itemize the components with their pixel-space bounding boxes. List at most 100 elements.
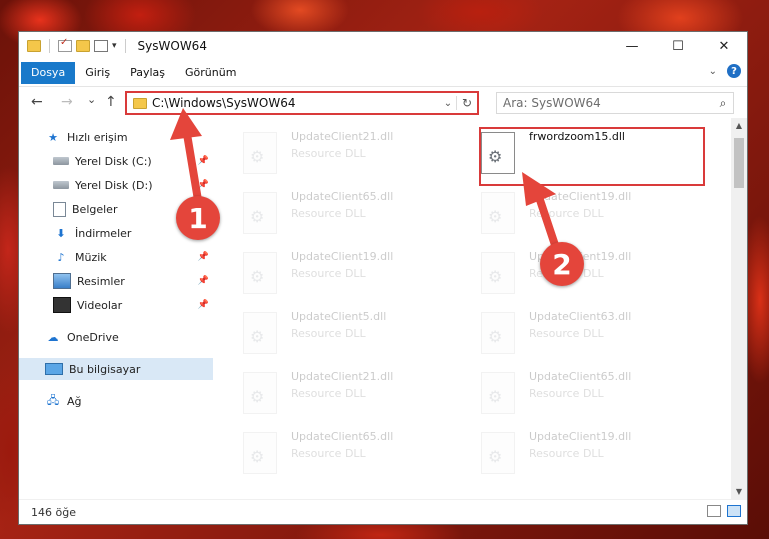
list-item[interactable]: UpdateClient19.dll Resource DLL <box>481 428 701 480</box>
scroll-up-icon[interactable]: ▲ <box>731 118 747 134</box>
sidebar-item-pictures[interactable]: Resimler 📌 <box>19 270 213 292</box>
status-bar: 146 öğe <box>19 499 747 524</box>
help-icon[interactable]: ? <box>727 64 741 78</box>
back-button[interactable]: ← <box>31 94 43 110</box>
network-icon: 🖧 <box>46 393 60 407</box>
dll-file-icon <box>243 432 277 474</box>
tab-file[interactable]: Dosya <box>21 62 76 84</box>
sidebar-item-local-disk-c[interactable]: Yerel Disk (C:) 📌 <box>19 150 213 172</box>
list-item[interactable]: UpdateClient63.dll Resource DLL <box>481 308 701 360</box>
file-name: UpdateClient21.dll <box>291 370 394 383</box>
target-file-highlight <box>479 127 705 186</box>
pin-icon: 📌 <box>197 252 209 262</box>
refresh-icon[interactable]: ↻ <box>456 96 477 110</box>
address-path[interactable]: C:\Windows\SysWOW64 <box>152 96 440 110</box>
recent-locations-button[interactable]: ⌄ <box>87 93 96 106</box>
list-item[interactable]: UpdateClient65.dll Resource DLL <box>243 188 463 240</box>
dll-file-icon <box>243 252 277 294</box>
list-item[interactable]: UpdateClient5.dll Resource DLL <box>243 308 463 360</box>
customize-view-icon[interactable] <box>94 40 108 52</box>
sidebar-item-label: Müzik <box>75 250 107 264</box>
sidebar-item-local-disk-d[interactable]: Yerel Disk (D:) 📌 <box>19 174 213 196</box>
sidebar-item-videos[interactable]: Videolar 📌 <box>19 294 213 316</box>
sidebar-item-music[interactable]: ♪ Müzik 📌 <box>19 246 213 268</box>
search-input[interactable]: Ara: SysWOW64 <box>497 96 713 110</box>
address-bar[interactable]: C:\Windows\SysWOW64 ⌄ ↻ <box>125 91 479 115</box>
file-type: Resource DLL <box>529 327 604 340</box>
file-name: UpdateClient19.dll <box>529 430 632 443</box>
documents-icon <box>53 201 66 217</box>
file-type: Resource DLL <box>291 387 366 400</box>
sidebar-item-network[interactable]: 🖧 Ağ <box>19 390 213 412</box>
videos-icon <box>53 297 71 313</box>
file-type: Resource DLL <box>529 447 604 460</box>
file-name: UpdateClient19.dll <box>529 190 632 203</box>
title-bar: ▾ SysWOW64 — ☐ ✕ <box>19 32 747 60</box>
quick-access-toolbar: ▾ <box>19 37 130 53</box>
file-name: UpdateClient65.dll <box>291 430 394 443</box>
scroll-thumb[interactable] <box>734 138 744 188</box>
navigation-pane: ★ Hızlı erişim Yerel Disk (C:) 📌 Yerel D… <box>19 126 213 496</box>
item-count: 146 öğe <box>31 505 76 519</box>
tab-share[interactable]: Paylaş <box>120 62 175 84</box>
file-type: Resource DLL <box>529 387 604 400</box>
list-item[interactable]: UpdateClient21.dll Resource DLL <box>243 368 463 420</box>
file-name: UpdateClient63.dll <box>529 310 632 323</box>
vertical-scrollbar[interactable]: ▲ ▼ <box>731 118 747 500</box>
pictures-icon <box>53 273 71 289</box>
downloads-icon: ⬇ <box>56 226 66 240</box>
list-item[interactable]: UpdateClient65.dll Resource DLL <box>243 428 463 480</box>
maximize-button[interactable]: ☐ <box>655 32 701 60</box>
dll-file-icon <box>243 192 277 234</box>
list-item[interactable]: UpdateClient21.dll Resource DLL <box>243 128 463 180</box>
toolbar-divider <box>49 39 50 53</box>
file-type: Resource DLL <box>291 207 366 220</box>
list-item[interactable]: UpdateClient19.dll Resource DLL <box>481 188 701 240</box>
file-name: UpdateClient65.dll <box>529 370 632 383</box>
view-switcher <box>707 505 741 517</box>
sidebar-item-label: Hızlı erişim <box>67 130 128 144</box>
sidebar-item-label: İndirmeler <box>75 226 132 240</box>
sidebar-item-label: Bu bilgisayar <box>69 362 141 376</box>
dll-file-icon <box>243 132 277 174</box>
list-item[interactable]: UpdateClient19.dll Resource DLL <box>481 248 701 300</box>
list-item[interactable]: UpdateClient65.dll Resource DLL <box>481 368 701 420</box>
tab-home[interactable]: Giriş <box>75 62 120 84</box>
close-button[interactable]: ✕ <box>701 32 747 60</box>
tab-view[interactable]: Görünüm <box>175 62 246 84</box>
drive-icon <box>53 181 69 189</box>
up-button[interactable]: ↑ <box>105 94 117 110</box>
sidebar-item-label: OneDrive <box>67 330 119 344</box>
ribbon-tabs: Dosya Giriş Paylaş Görünüm ⌄ ? <box>19 60 747 87</box>
properties-check-icon[interactable] <box>58 37 72 52</box>
chevron-down-icon[interactable]: ▾ <box>112 41 117 51</box>
navigation-bar: ← → ⌄ ↑ C:\Windows\SysWOW64 ⌄ ↻ Ara: Sys… <box>19 88 747 118</box>
forward-button[interactable]: → <box>61 94 73 110</box>
large-icons-view-icon[interactable] <box>727 505 741 517</box>
sidebar-item-label: Resimler <box>77 274 125 288</box>
sidebar-item-this-pc[interactable]: Bu bilgisayar <box>19 358 213 380</box>
search-icon[interactable]: ⌕ <box>713 96 733 111</box>
new-folder-icon[interactable] <box>76 40 90 52</box>
search-box[interactable]: Ara: SysWOW64 ⌕ <box>496 92 734 114</box>
ribbon-right-controls: ⌄ ? <box>709 64 741 78</box>
chevron-down-icon[interactable]: ⌄ <box>440 98 456 109</box>
minimize-button[interactable]: — <box>609 32 655 60</box>
dll-file-icon <box>481 372 515 414</box>
sidebar-item-quick-access[interactable]: ★ Hızlı erişim <box>19 126 213 148</box>
dll-file-icon <box>481 192 515 234</box>
folder-icon <box>27 40 41 52</box>
drive-icon <box>53 157 69 165</box>
step-2-marker: 2 <box>540 242 584 286</box>
dll-file-icon <box>481 252 515 294</box>
dll-file-icon <box>243 372 277 414</box>
expand-ribbon-icon[interactable]: ⌄ <box>709 66 717 77</box>
pin-icon: 📌 <box>197 156 209 166</box>
dll-file-icon <box>481 312 515 354</box>
list-item[interactable]: UpdateClient19.dll Resource DLL <box>243 248 463 300</box>
file-type: Resource DLL <box>291 147 366 160</box>
details-view-icon[interactable] <box>707 505 721 517</box>
sidebar-item-label: Belgeler <box>72 202 118 216</box>
scroll-down-icon[interactable]: ▼ <box>731 484 747 500</box>
sidebar-item-onedrive[interactable]: ☁ OneDrive <box>19 326 213 348</box>
